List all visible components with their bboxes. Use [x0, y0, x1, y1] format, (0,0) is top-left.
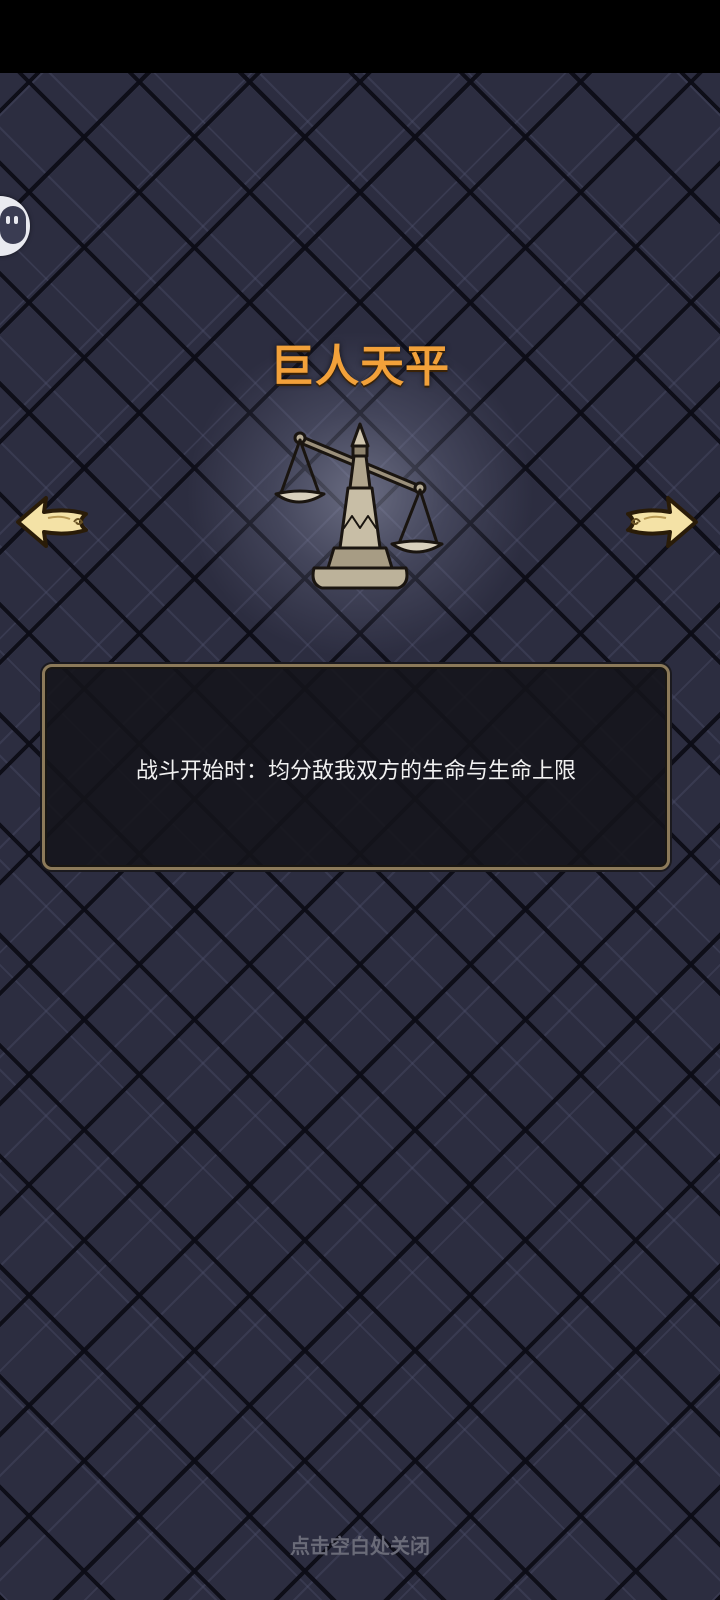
relic-title: 巨人天平: [270, 341, 450, 392]
relic-description: 战斗开始时：均分敌我双方的生命与生命上限: [135, 759, 576, 784]
status-bar: [0, 0, 720, 73]
balance-scale-icon: [274, 422, 444, 590]
arrow-right-icon[interactable]: [620, 492, 700, 552]
assistant-face-icon: [0, 206, 26, 244]
arrow-left-icon[interactable]: [14, 492, 94, 552]
close-hint: 点击空白处关闭: [290, 1534, 430, 1558]
relic-description-panel: 战斗开始时：均分敌我双方的生命与生命上限: [42, 664, 670, 870]
